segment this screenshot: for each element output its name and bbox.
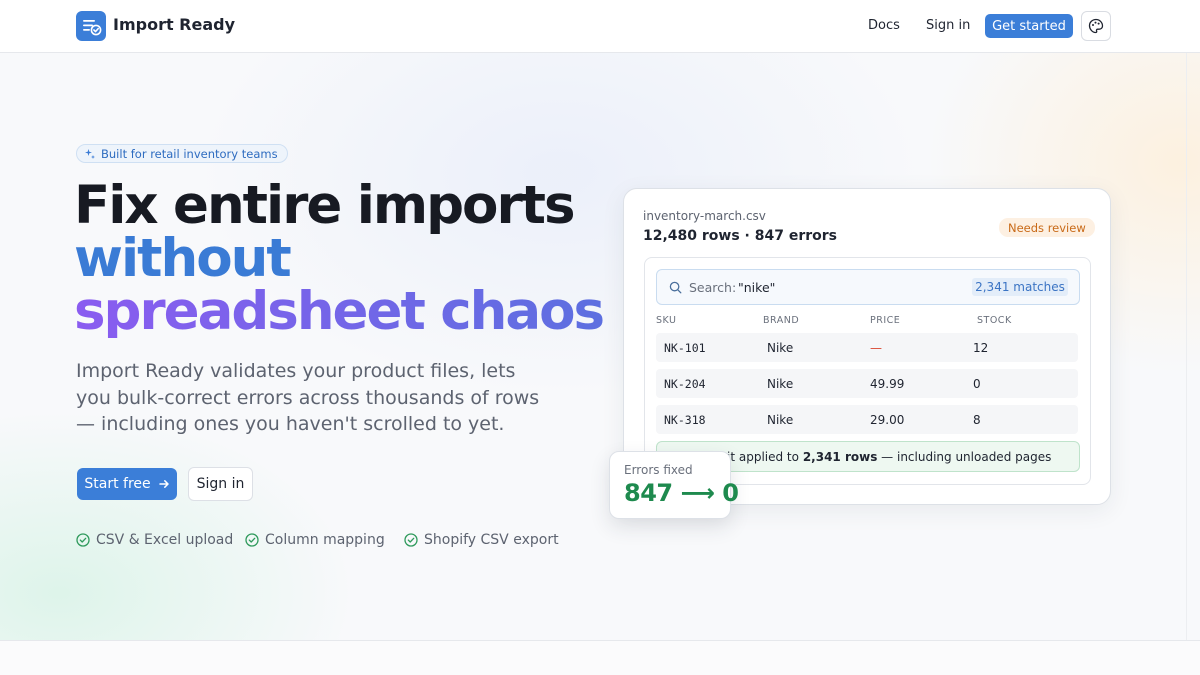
search-input[interactable]: Search: "nike" 2,341 matches	[656, 269, 1080, 305]
column-header-price[interactable]: PRICE	[870, 315, 900, 326]
headline-line-2: without	[74, 228, 292, 289]
toast-message: it applied to 2,341 rows — including unl…	[727, 450, 1052, 464]
cell-brand: Nike	[767, 377, 794, 391]
palette-icon	[1088, 18, 1104, 34]
theme-toggle-button[interactable]	[1081, 11, 1111, 41]
file-name: inventory-march.csv	[643, 209, 766, 223]
file-stats: 12,480 rows · 847 errors	[643, 228, 838, 244]
feature-label: Column mapping	[265, 532, 385, 548]
column-header-brand[interactable]: BRAND	[763, 315, 799, 326]
nav-docs-link[interactable]: Docs	[868, 18, 900, 33]
headline-line-1: Fix entire imports	[74, 175, 575, 236]
cell-stock: 8	[973, 413, 981, 427]
cell-price: 49.99	[870, 377, 905, 391]
headline-line-3: spreadsheet chaos	[74, 281, 605, 342]
errors-fixed-card: Errors fixed 847 ⟶ 0	[609, 451, 739, 519]
cell-sku: NK-318	[664, 413, 706, 427]
nav-sign-in-link[interactable]: Sign in	[926, 18, 970, 33]
table-row[interactable]: NK-101 Nike — 12	[656, 333, 1078, 362]
feature-item: Shopify CSV export	[404, 532, 559, 548]
sparkle-icon	[85, 148, 95, 159]
get-started-button[interactable]: Get started	[985, 14, 1073, 38]
toast-row-count: 2,341 rows	[802, 450, 878, 464]
cell-stock: 0	[973, 377, 981, 391]
errors-fixed-label: Errors fixed	[624, 463, 693, 477]
feature-label: Shopify CSV export	[424, 532, 559, 548]
feature-item: CSV & Excel upload	[76, 532, 233, 548]
hero-sign-in-button[interactable]: Sign in	[188, 467, 253, 501]
match-count-badge: 2,341 matches	[972, 278, 1068, 296]
column-header-stock[interactable]: STOCK	[977, 315, 1012, 326]
search-icon	[669, 281, 682, 294]
search-query: "nike"	[738, 280, 776, 295]
cell-stock: 12	[973, 341, 989, 355]
audience-badge: Built for retail inventory teams	[76, 144, 288, 163]
column-header-sku[interactable]: SKU	[656, 315, 676, 326]
arrow-right-icon	[158, 480, 169, 488]
next-section	[0, 640, 1200, 675]
cell-brand: Nike	[767, 413, 794, 427]
audience-badge-label: Built for retail inventory teams	[101, 146, 278, 161]
cell-price: 29.00	[870, 413, 905, 427]
search-label: Search:	[689, 280, 737, 295]
top-navigation: Import Ready Docs Sign in Get started	[0, 0, 1200, 53]
check-circle-icon	[404, 533, 418, 547]
list-check-icon[interactable]	[76, 11, 106, 41]
status-badge: Needs review	[999, 218, 1095, 237]
table-row[interactable]: NK-204 Nike 49.99 0	[656, 369, 1078, 398]
cell-sku: NK-204	[664, 377, 706, 391]
table-row[interactable]: NK-318 Nike 29.00 8	[656, 405, 1078, 434]
start-free-label: Start free	[84, 476, 151, 492]
hero-description: Import Ready validates your product file…	[76, 360, 540, 435]
start-free-button[interactable]: Start free	[77, 468, 177, 500]
cell-price: —	[870, 341, 882, 355]
feature-item: Column mapping	[245, 532, 385, 548]
feature-label: CSV & Excel upload	[96, 532, 234, 548]
scrollbar-track[interactable]	[1186, 53, 1187, 641]
brand-name[interactable]: Import Ready	[113, 15, 235, 34]
cell-brand: Nike	[767, 341, 794, 355]
errors-fixed-value: 847 ⟶ 0	[624, 479, 739, 507]
check-circle-icon	[245, 533, 259, 547]
check-circle-icon	[76, 533, 90, 547]
cell-sku: NK-101	[664, 341, 706, 355]
